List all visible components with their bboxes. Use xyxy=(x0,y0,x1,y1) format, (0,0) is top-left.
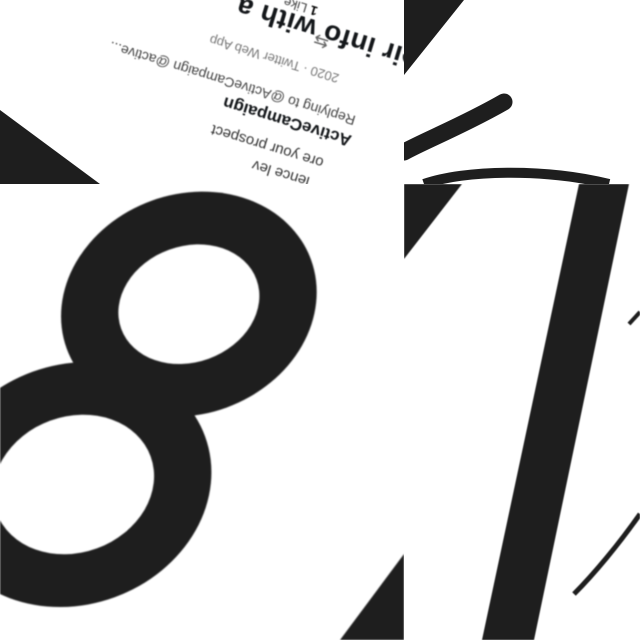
slanted-stroke xyxy=(482,184,629,640)
arc-shapes xyxy=(404,0,611,184)
top-left-wedge xyxy=(404,184,462,259)
bottom-right-wedge xyxy=(340,554,404,640)
slash-stroke-tile xyxy=(404,184,640,640)
curved-stroke xyxy=(404,93,513,161)
corner-shapes xyxy=(0,110,100,184)
arc-fragment-tile xyxy=(404,0,640,184)
lower-arc xyxy=(422,167,611,184)
thin-curve xyxy=(572,512,640,596)
slash-shapes xyxy=(404,184,640,640)
glyph-eight-tile xyxy=(0,184,404,640)
edge-tick xyxy=(627,310,640,326)
glyph-eight-shapes xyxy=(0,191,404,640)
top-wedge xyxy=(404,0,464,75)
corner-triangle xyxy=(0,110,100,184)
tweet-fragment-tile: ience lev ore your prospect ActiveCampai… xyxy=(0,0,404,184)
